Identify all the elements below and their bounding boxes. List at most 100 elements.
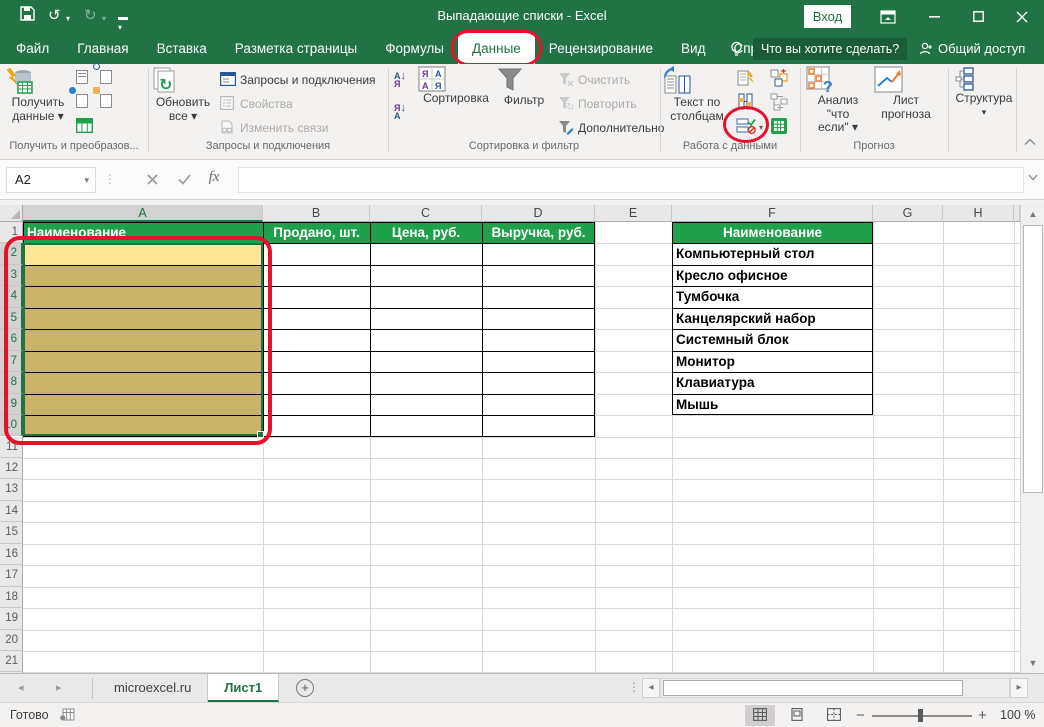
selected-cell-A3[interactable] [23, 265, 263, 286]
sheet-tab-2[interactable]: Лист1 [208, 674, 279, 702]
row-header-13[interactable]: 13 [0, 479, 23, 500]
zoom-out-icon[interactable]: − [856, 707, 865, 724]
expand-formula-bar-icon[interactable] [1028, 174, 1038, 181]
row-header-10[interactable]: 10 [0, 415, 23, 436]
minimize-button[interactable] [912, 0, 956, 33]
row-header-11[interactable]: 11 [0, 437, 23, 458]
fill-handle[interactable] [257, 431, 264, 438]
row-header-19[interactable]: 19 [0, 608, 23, 629]
table-header-cell-A1[interactable]: Наименование [23, 222, 263, 243]
hscroll-left-icon[interactable]: ◂ [642, 678, 660, 698]
selected-cell-A10[interactable] [23, 415, 263, 436]
zoom-level[interactable]: 100 % [1000, 708, 1035, 722]
row-header-14[interactable]: 14 [0, 501, 23, 522]
table-body-B2-D10[interactable] [263, 243, 595, 436]
source-list-item-F3[interactable]: Кресло офисное [672, 265, 873, 286]
row-header-1[interactable]: 1 [0, 222, 23, 243]
macro-record-icon[interactable] [60, 708, 75, 721]
row-header-18[interactable]: 18 [0, 587, 23, 608]
formula-input[interactable] [238, 167, 1024, 193]
ribbon-display-options-icon[interactable] [866, 0, 910, 33]
selected-cell-A9[interactable] [23, 394, 263, 415]
source-list-item-F7[interactable]: Монитор [672, 351, 873, 372]
cancel-icon[interactable] [140, 169, 164, 191]
row-header-21[interactable]: 21 [0, 651, 23, 672]
row-header-6[interactable]: 6 [0, 329, 23, 350]
name-box-dropdown-icon[interactable]: ▾ [84, 168, 89, 192]
source-list-header-F1[interactable]: Наименование [672, 222, 873, 243]
spreadsheet-grid[interactable]: ABCDEFGH12345678910111213141516171819202… [0, 205, 1020, 673]
ribbon-tab-2[interactable]: Главная [63, 33, 142, 64]
row-header-5[interactable]: 5 [0, 308, 23, 329]
scroll-down-icon[interactable]: ▼ [1023, 655, 1043, 672]
ribbon-tab-5[interactable]: Формулы [371, 33, 458, 64]
table-header-cell-B1[interactable]: Продано, шт. [263, 222, 370, 243]
column-header-D[interactable]: D [482, 205, 595, 222]
table-header-cell-C1[interactable]: Цена, руб. [370, 222, 482, 243]
ribbon-tab-1[interactable]: Файл [2, 33, 63, 64]
ribbon-tab-4[interactable]: Разметка страницы [221, 33, 371, 64]
column-header-B[interactable]: B [263, 205, 370, 222]
view-page-break-button[interactable] [819, 705, 849, 726]
ribbon-tab-3[interactable]: Вставка [143, 33, 221, 64]
row-header-16[interactable]: 16 [0, 544, 23, 565]
text-to-columns-button[interactable]: Текст по столбцам [663, 66, 731, 123]
select-all-corner[interactable] [0, 205, 23, 222]
row-header-8[interactable]: 8 [0, 372, 23, 393]
vertical-scrollbar-thumb[interactable] [1023, 225, 1043, 493]
view-page-layout-button[interactable] [782, 705, 812, 726]
queries-connections-button[interactable]: Запросы и подключения [220, 70, 376, 90]
outline-button[interactable]: Структура ▾ [954, 66, 1014, 119]
source-list-item-F4[interactable]: Тумбочка [672, 286, 873, 307]
row-header-9[interactable]: 9 [0, 394, 23, 415]
source-list-item-F5[interactable]: Канцелярский набор [672, 308, 873, 329]
row-header-2[interactable]: 2 [0, 243, 23, 264]
source-list-item-F9[interactable]: Мышь [672, 394, 873, 415]
row-header-3[interactable]: 3 [0, 265, 23, 286]
name-box[interactable]: A2 ▾ [6, 167, 96, 193]
sort-za-icon[interactable]: Я↓А [394, 104, 406, 120]
from-table-icon[interactable] [76, 118, 93, 133]
relationships-icon[interactable] [770, 93, 788, 111]
selected-cell-A6[interactable] [23, 329, 263, 350]
source-list-item-F2[interactable]: Компьютерный стол [672, 243, 873, 264]
what-if-analysis-button[interactable]: ? Анализ "что если" ▾ [806, 66, 870, 135]
sort-az-icon[interactable]: А↓Я [394, 72, 406, 88]
manage-data-model-icon[interactable] [770, 117, 788, 135]
column-header-H[interactable]: H [943, 205, 1014, 222]
hscroll-right-icon[interactable]: ▸ [1010, 678, 1028, 698]
selected-cell-A7[interactable] [23, 351, 263, 372]
source-list-item-F6[interactable]: Системный блок [672, 329, 873, 350]
new-sheet-button[interactable]: + [296, 679, 314, 697]
flash-fill-icon[interactable] [737, 69, 755, 87]
column-header-F[interactable]: F [672, 205, 873, 222]
clear-filter-button[interactable]: Очистить [558, 70, 630, 90]
selected-cell-A4[interactable] [23, 286, 263, 307]
column-header-G[interactable]: G [873, 205, 943, 222]
ribbon-tab-6[interactable]: Данные [458, 33, 535, 64]
selected-cell-A8[interactable] [23, 372, 263, 393]
column-header-C[interactable]: C [370, 205, 482, 222]
share-button[interactable]: Общий доступ [938, 41, 1025, 56]
sheet-nav-next-icon[interactable]: ▸ [56, 681, 62, 694]
zoom-in-icon[interactable]: + [978, 707, 987, 724]
close-button[interactable] [1000, 0, 1044, 33]
hscroll-resize-handle[interactable]: ⋮ [628, 680, 640, 694]
advanced-filter-button[interactable]: Дополнительно [558, 118, 664, 138]
view-normal-button[interactable] [745, 705, 775, 726]
edit-links-button[interactable]: Изменить связи [220, 118, 328, 138]
column-header-A[interactable]: A [23, 205, 263, 222]
enter-icon[interactable] [172, 169, 196, 191]
sheet-tab-1[interactable]: microexcel.ru [98, 674, 208, 702]
vertical-scrollbar[interactable]: ▲ ▼ [1020, 205, 1044, 673]
sort-button[interactable]: ЯААЯ Сортировка [418, 66, 494, 106]
maximize-button[interactable] [956, 0, 1000, 33]
ribbon-tab-7[interactable]: Рецензирование [535, 33, 667, 64]
properties-button[interactable]: Свойства [220, 94, 293, 114]
zoom-slider-handle[interactable] [918, 709, 923, 722]
consolidate-icon[interactable] [770, 69, 788, 87]
tell-me-input[interactable]: Что вы хотите сделать? [753, 38, 907, 60]
horizontal-scrollbar-thumb[interactable] [663, 680, 963, 696]
scroll-up-icon[interactable]: ▲ [1023, 206, 1043, 223]
source-list-item-F8[interactable]: Клавиатура [672, 372, 873, 393]
